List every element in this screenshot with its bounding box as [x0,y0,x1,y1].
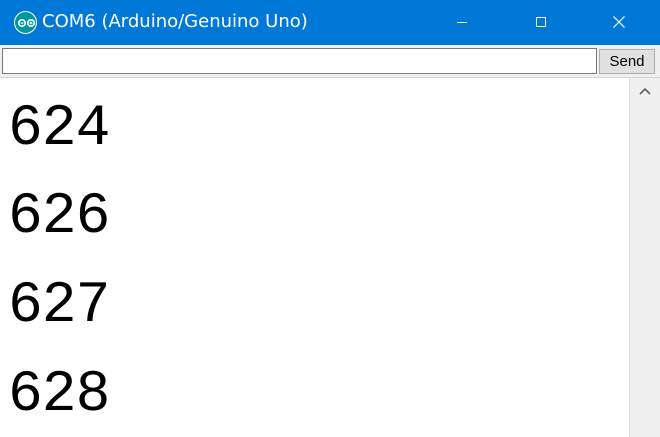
title-bar[interactable]: COM6 (Arduino/Genuino Uno) [0,0,660,45]
output-line: 624 [8,97,110,162]
minimize-button[interactable] [439,0,485,45]
arduino-logo-icon [14,11,37,34]
scroll-up-button[interactable] [630,78,660,106]
send-button[interactable]: Send [599,49,655,74]
minimize-icon [457,22,467,23]
chevron-up-icon [639,87,651,95]
close-icon [613,16,625,28]
vertical-scrollbar[interactable] [629,78,660,437]
serial-output[interactable]: 624 626 627 628 [0,78,629,437]
close-button[interactable] [596,0,642,45]
output-line: 628 [8,363,110,428]
input-row: Send [0,45,660,78]
output-line: 627 [8,274,110,339]
serial-input[interactable] [2,48,597,74]
window-title: COM6 (Arduino/Genuino Uno) [42,11,308,32]
output-line: 626 [8,185,110,250]
maximize-icon [536,17,546,27]
serial-monitor-window: COM6 (Arduino/Genuino Uno) Send 624 626 … [0,0,660,437]
maximize-button[interactable] [518,0,564,45]
